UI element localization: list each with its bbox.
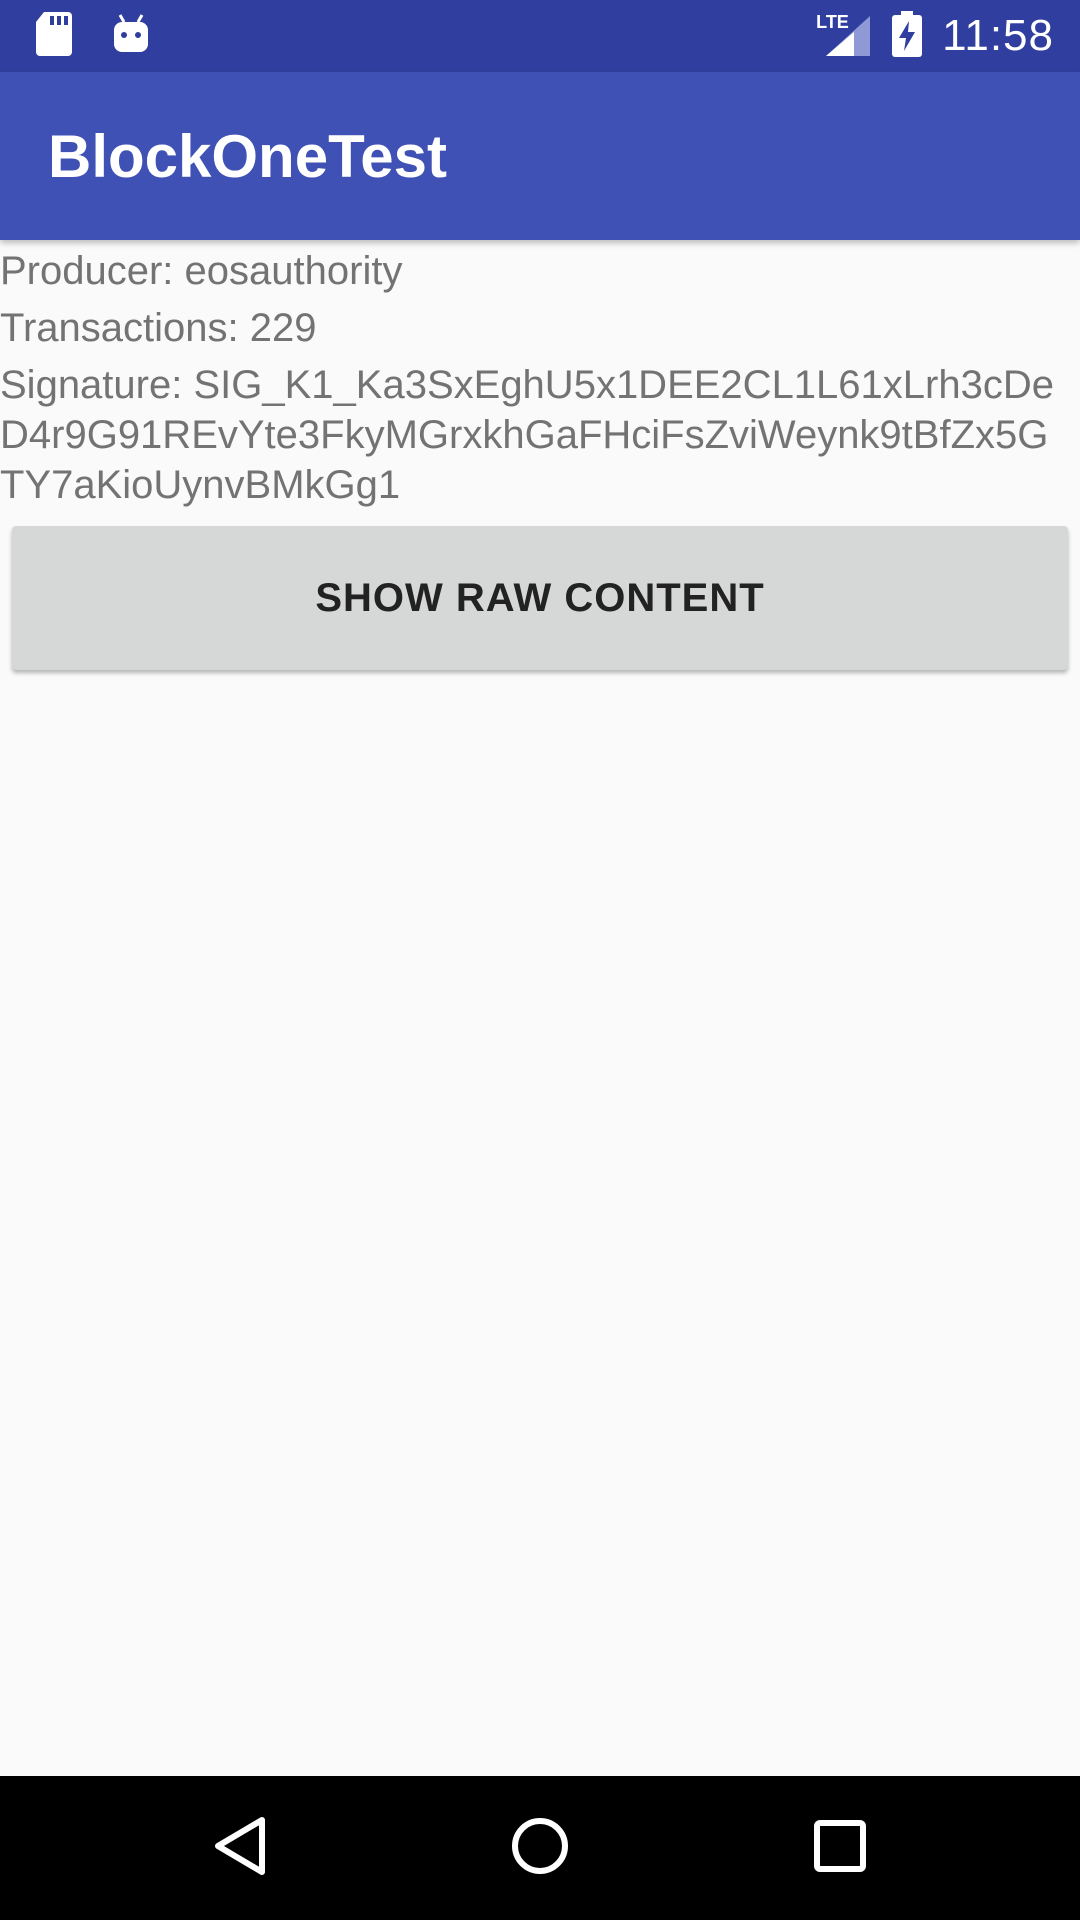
lte-signal-icon: LTE <box>816 12 872 60</box>
status-clock: 11:58 <box>942 11 1054 60</box>
navigation-bar <box>0 1776 1080 1920</box>
home-button[interactable] <box>500 1808 580 1888</box>
app-bar: BlockOneTest <box>0 72 1080 240</box>
show-raw-content-button[interactable]: SHOW RAW CONTENT <box>12 526 1068 670</box>
home-icon <box>510 1816 570 1881</box>
recents-icon <box>812 1818 868 1879</box>
back-button[interactable] <box>200 1808 280 1888</box>
battery-charging-icon <box>892 10 923 62</box>
android-icon <box>112 13 150 60</box>
app-title: BlockOneTest <box>48 123 447 190</box>
screen: LTE 11:58 BlockOneTest Producer: eosauth… <box>0 0 1080 1920</box>
back-icon <box>212 1816 268 1881</box>
producer-label: Producer: eosauthority <box>0 249 403 293</box>
sd-card-icon <box>36 12 72 61</box>
block-info: Producer: eosauthority Transactions: 229… <box>0 240 1080 510</box>
status-bar: LTE 11:58 <box>0 0 1080 72</box>
transactions-label: Transactions: 229 <box>0 306 317 350</box>
signature-label: Signature: SIG_K1_Ka3SxEghU5x1DEE2CL1L61… <box>0 363 1054 507</box>
recents-button[interactable] <box>800 1808 880 1888</box>
